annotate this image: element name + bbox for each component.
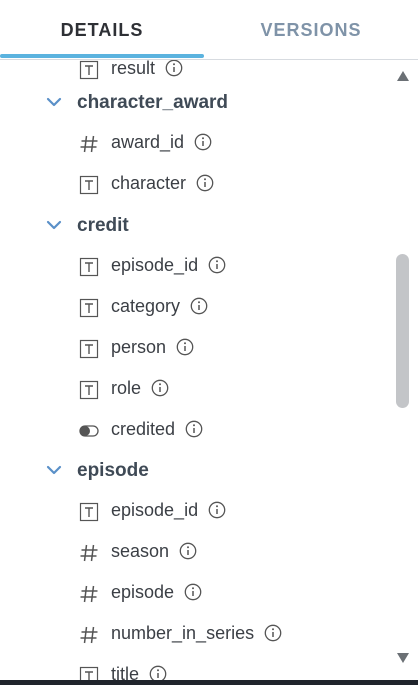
hash-icon — [79, 625, 99, 645]
field-row-character[interactable]: character — [0, 164, 390, 204]
arrow-down-icon[interactable] — [396, 652, 410, 664]
field-row-season[interactable]: season — [0, 532, 390, 572]
table-row-character-award[interactable]: character_award — [0, 84, 390, 124]
info-icon[interactable] — [149, 665, 167, 680]
field-name: episode_id — [111, 255, 226, 276]
schema-tree: result character_award award_id characte… — [0, 60, 418, 680]
tab-details[interactable]: DETAILS — [0, 0, 204, 60]
field-name: season — [111, 541, 197, 562]
info-icon[interactable] — [185, 420, 203, 438]
info-icon[interactable] — [184, 583, 202, 601]
chevron-down-icon[interactable] — [45, 216, 63, 234]
text-type-icon — [79, 380, 99, 400]
text-type-icon — [79, 175, 99, 195]
info-icon[interactable] — [208, 256, 226, 274]
chevron-down-icon[interactable] — [45, 461, 63, 479]
field-name: episode — [111, 582, 202, 603]
text-type-icon — [79, 666, 99, 680]
tab-versions[interactable]: VERSIONS — [204, 0, 418, 60]
field-name: person — [111, 337, 194, 358]
field-row-episode-id[interactable]: episode_id — [0, 246, 390, 286]
field-row-role[interactable]: role — [0, 369, 390, 409]
field-row-credited[interactable]: credited — [0, 410, 390, 450]
info-icon[interactable] — [176, 338, 194, 356]
text-type-icon — [79, 339, 99, 359]
table-row-episode[interactable]: episode — [0, 452, 390, 492]
active-tab-indicator — [0, 54, 204, 58]
toggle-icon — [79, 421, 99, 441]
field-name: episode_id — [111, 500, 226, 521]
tab-bar: DETAILS VERSIONS — [0, 0, 418, 60]
text-type-icon — [79, 60, 99, 80]
table-name: character_award — [77, 92, 229, 113]
field-row-title[interactable]: title — [0, 655, 390, 680]
arrow-up-icon[interactable] — [396, 70, 410, 82]
field-name: result — [111, 60, 183, 79]
field-row-person[interactable]: person — [0, 328, 390, 368]
field-name: title — [111, 664, 167, 680]
field-name: number_in_series — [111, 623, 282, 644]
text-type-icon — [79, 257, 99, 277]
scrollbar-thumb[interactable] — [396, 254, 409, 408]
chevron-down-icon[interactable] — [45, 93, 63, 111]
info-icon[interactable] — [190, 297, 208, 315]
field-name: credited — [111, 419, 203, 440]
field-name: role — [111, 378, 169, 399]
hash-icon — [79, 584, 99, 604]
info-icon[interactable] — [151, 379, 169, 397]
field-name: award_id — [111, 132, 212, 153]
field-name: category — [111, 296, 208, 317]
table-name: episode — [77, 460, 149, 481]
info-icon[interactable] — [196, 174, 214, 192]
hash-icon — [79, 134, 99, 154]
info-icon[interactable] — [194, 133, 212, 151]
hash-icon — [79, 543, 99, 563]
text-type-icon — [79, 298, 99, 318]
field-row-award-id[interactable]: award_id — [0, 123, 390, 163]
info-icon[interactable] — [179, 542, 197, 560]
field-row-number-in-series[interactable]: number_in_series — [0, 614, 390, 654]
info-icon[interactable] — [165, 60, 183, 77]
table-name: credit — [77, 215, 129, 236]
text-type-icon — [79, 502, 99, 522]
field-row-category[interactable]: category — [0, 287, 390, 327]
info-icon[interactable] — [208, 501, 226, 519]
table-row-credit[interactable]: credit — [0, 207, 390, 247]
field-row-episode-id[interactable]: episode_id — [0, 491, 390, 531]
field-name: character — [111, 173, 214, 194]
field-row-episode[interactable]: episode — [0, 573, 390, 613]
bottom-edge — [0, 680, 418, 685]
info-icon[interactable] — [264, 624, 282, 642]
